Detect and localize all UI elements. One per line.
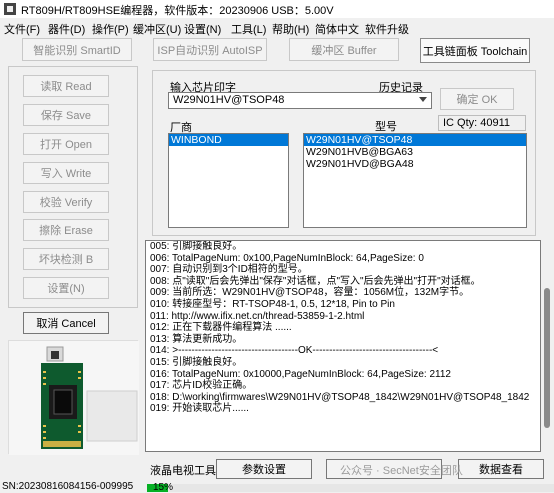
smartid-button[interactable]: 智能识别 SmartID: [22, 38, 132, 61]
save-button[interactable]: 保存 Save: [23, 104, 109, 126]
chip-marking-value: W29N01HV@TSOP48: [173, 94, 285, 106]
progress-text: 15%: [153, 482, 174, 493]
window-title: RT809H/RT809HSE编程器，软件版本：20230906 USB：5.0…: [21, 5, 334, 17]
watermark: 公众号 · SecNet安全团队: [340, 465, 463, 477]
log-line: 013: 算法更新成功。: [150, 333, 243, 345]
model-label: 型号: [375, 121, 397, 133]
model-item[interactable]: W29N01HV@TSOP48: [304, 134, 526, 146]
read-button[interactable]: 读取 Read: [23, 75, 109, 97]
vendor-list[interactable]: WINBOND: [168, 133, 289, 228]
model-list[interactable]: W29N01HV@TSOP48 W29N01HVB@BGA63 W29N01HV…: [303, 133, 527, 228]
autoisp-button[interactable]: ISP自动识别 AutoISP: [153, 38, 267, 61]
log-line: 008: 点"读取"后会先弹出"保存"对话框，点"写入"后会先弹出"打开"对话框…: [150, 275, 481, 287]
write-button[interactable]: 写入 Write: [23, 162, 109, 184]
log-scrollbar[interactable]: [541, 240, 554, 452]
log-line: 005: 引脚接触良好。: [150, 241, 243, 252]
menu-settings[interactable]: 设置(N): [184, 21, 221, 37]
log-line: 016: TotalPageNum: 0x10000,PageNumInBloc…: [150, 368, 451, 380]
ok-button[interactable]: 确定 OK: [440, 88, 514, 110]
menu-language[interactable]: 简体中文: [315, 21, 359, 37]
menu-tools[interactable]: 工具(L): [231, 21, 266, 37]
model-item[interactable]: W29N01HVB@BGA63: [304, 146, 526, 158]
menu-upgrade[interactable]: 软件升级: [365, 21, 409, 37]
log-line: 012: 正在下载器件编程算法 ......: [150, 322, 292, 334]
cancel-button[interactable]: 取消 Cancel: [23, 312, 109, 334]
menu-file[interactable]: 文件(F): [4, 21, 40, 37]
socket-adapter-icon: [9, 341, 139, 455]
log-line: 011: http://www.ifix.net.cn/thread-53859…: [150, 310, 365, 322]
log-line: 015: 引脚接触良好。: [150, 356, 243, 368]
menu-operation[interactable]: 操作(P): [92, 21, 129, 37]
title-bar: RT809H/RT809HSE编程器，软件版本：20230906 USB：5.0…: [0, 0, 554, 18]
log-line: 018: D:\working\firmwares\W29N01HV@TSOP4…: [150, 391, 530, 403]
app-icon: [4, 3, 16, 15]
menu-help[interactable]: 帮助(H): [272, 21, 309, 37]
menu-device[interactable]: 器件(D): [48, 21, 85, 37]
log-line: 010: 转接座型号：RT-TSOP48-1, 0.5, 12*18, Pin …: [150, 298, 395, 310]
log-line: 009: 当前所选：W29N01HV@TSOP48，容量：1056M位，132M…: [150, 287, 470, 299]
lcd-tool-label[interactable]: 液晶电视工具: [150, 462, 216, 478]
erase-button[interactable]: 擦除 Erase: [23, 219, 109, 241]
chip-marking-combobox[interactable]: W29N01HV@TSOP48: [168, 92, 432, 109]
data-view-button[interactable]: 数据查看: [458, 459, 544, 479]
log-line: 019: 开始读取芯片......: [150, 403, 249, 415]
bad-block-check-button[interactable]: 坏块检测 B: [23, 248, 109, 270]
scrollbar-thumb[interactable]: [544, 288, 550, 428]
log-output[interactable]: 005: 引脚接触良好。 006: TotalPageNum: 0x100,Pa…: [145, 240, 541, 452]
chevron-down-icon[interactable]: [419, 97, 427, 102]
ic-qty-display: IC Qty: 40911: [438, 115, 526, 131]
verify-button[interactable]: 校验 Verify: [23, 191, 109, 213]
open-button[interactable]: 打开 Open: [23, 133, 109, 155]
menu-buffer[interactable]: 缓冲区(U): [133, 21, 181, 37]
settings-button[interactable]: 设置(N): [23, 277, 109, 299]
log-line: 017: 芯片ID校验正确。: [150, 380, 253, 392]
model-item[interactable]: W29N01HVD@BGA48: [304, 158, 526, 170]
progress-bar: 15%: [147, 482, 554, 493]
log-line: 007: 自动识别到3个ID相符的型号。: [150, 264, 308, 276]
operations-panel: [8, 66, 138, 308]
params-button[interactable]: 参数设置: [216, 459, 312, 479]
log-line: 006: TotalPageNum: 0x100,PageNumInBlock:…: [150, 252, 424, 264]
buffer-button[interactable]: 缓冲区 Buffer: [289, 38, 399, 61]
menu-bar: 文件(F) 器件(D) 操作(P) 缓冲区(U) 设置(N) 工具(L) 帮助(…: [0, 19, 554, 36]
serial-number: SN:20230816084156-009995: [2, 481, 134, 492]
log-line: 014: >----------------------------------…: [150, 345, 439, 357]
toolchain-button[interactable]: 工具链面板 Toolchain: [420, 38, 530, 63]
vendor-item[interactable]: WINBOND: [169, 134, 288, 146]
socket-adapter-image: [8, 340, 139, 455]
